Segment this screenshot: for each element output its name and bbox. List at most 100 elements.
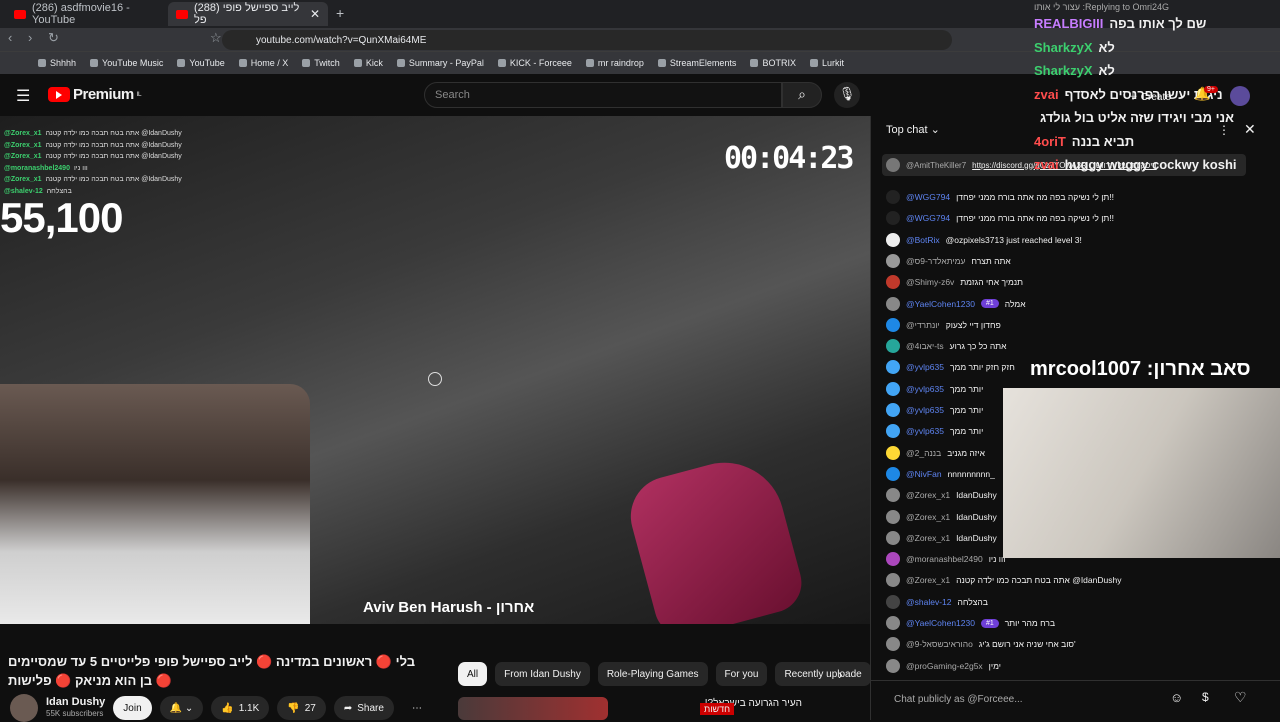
bookmark-icon	[657, 59, 666, 67]
chat-message[interactable]: @BotRix @ozpixels3713 just reached level …	[886, 230, 1082, 250]
chat-message[interactable]: @Shimy-z6v תנמיך אחי הגזמת	[886, 272, 1023, 292]
mic-icon[interactable]: 🎙	[834, 82, 860, 108]
chat-text: אתה תצרח	[971, 255, 1011, 266]
filter-chip[interactable]: Recently uploade	[775, 662, 871, 686]
bookmark-item[interactable]: StreamElements	[657, 58, 736, 68]
bookmark-item[interactable]: Home / X	[238, 58, 288, 68]
overlay-text: שם לך אותו בפה	[1109, 16, 1207, 31]
bookmark-item[interactable]: mr raindrop	[585, 58, 644, 68]
reload-icon[interactable]: ↻	[48, 30, 59, 46]
channel-name[interactable]: Idan Dushy	[46, 696, 105, 708]
bookmark-item[interactable]: KICK - Forceee	[497, 58, 572, 68]
menu-icon[interactable]: ☰	[16, 86, 30, 106]
chat-username: @Zorex_x1	[906, 532, 951, 543]
chat-message[interactable]: @יונתרדי פחדון דיי לצעוק	[886, 315, 1001, 335]
dislike-button[interactable]: 👎 27	[277, 696, 326, 720]
account-avatar[interactable]	[1230, 86, 1250, 106]
forward-icon[interactable]: ›	[28, 30, 32, 45]
filter-chip[interactable]: From Idan Dushy	[495, 662, 590, 686]
overlay-chat-line: @Zorex_x1 אתה בטח תבכה כמו ילדה קטנה @Ida…	[4, 153, 182, 160]
overlay-text: תביא בננה	[1071, 133, 1135, 149]
bookmark-item[interactable]: YouTube	[177, 58, 225, 68]
last-subscriber-overlay: סאב אחרון: mrcool1007	[1030, 358, 1251, 380]
chat-message[interactable]: @עמיתאלדר-9ס אתה תצרח	[886, 251, 1011, 271]
avatar	[886, 317, 900, 332]
search-input[interactable]: Search	[424, 82, 782, 108]
back-icon[interactable]: ‹	[8, 30, 12, 45]
filter-chip[interactable]: For you	[715, 662, 768, 686]
chat-more-icon[interactable]: ⋮	[1218, 123, 1230, 137]
close-tab-icon[interactable]: ✕	[310, 7, 320, 21]
bookmark-item[interactable]: Summary - PayPal	[396, 58, 484, 68]
search-icon[interactable]: ⌕	[782, 82, 822, 108]
bookmark-item[interactable]: YouTube Music	[90, 58, 163, 68]
create-button[interactable]: ＋ Create	[1128, 88, 1171, 103]
notification-bell-button[interactable]: 🔔 ⌄	[159, 696, 204, 720]
news-badge: חדשות	[700, 703, 735, 715]
chat-text: תנמיך אחי הגזמת	[960, 277, 1024, 288]
browser-tab-active[interactable]: (288) לייב ספיישל פופי פל ✕	[168, 2, 328, 26]
chat-input[interactable]: Chat publicly as @Forceee...	[882, 688, 1162, 710]
channel-row: Idan Dushy 55K subscribers Join 🔔 ⌄ 👍 1.1K…	[10, 694, 432, 722]
bookmark-item[interactable]: Shhhh	[38, 58, 76, 68]
join-button[interactable]: Join	[113, 696, 152, 720]
chat-message[interactable]: @Zorex_x1 IdanDushy	[886, 528, 997, 548]
next-video-thumbnail[interactable]	[458, 697, 608, 720]
chat-message[interactable]: @Zorex_x1 אתה בטח תבכה כמו ילדה קטנה @Ida…	[886, 570, 1121, 590]
bookmark-item[interactable]: BOTRIX	[750, 58, 796, 68]
bookmark-icon	[90, 59, 99, 67]
chat-message[interactable]: @WGG794 תן לי נשיקה בפה מה אתה בורח ממני …	[886, 187, 1114, 207]
chat-username: @YaelCohen1230	[906, 298, 975, 309]
bookmark-item[interactable]: Twitch	[302, 58, 340, 68]
overlay-username: zvai	[1034, 157, 1059, 172]
chevron-right-icon[interactable]: ›	[838, 666, 843, 682]
chat-message[interactable]: @yvlp635 יותר ממך	[886, 400, 983, 420]
avatar	[886, 253, 900, 268]
top-chat-dropdown[interactable]: Top chat ⌄	[886, 123, 940, 136]
youtube-favicon-icon	[176, 9, 188, 19]
cursor-icon	[428, 372, 442, 386]
room-camera-overlay	[1003, 388, 1280, 558]
overlay-chat-line: אני מבי ויגידו שזה אליט בול גולדג	[1034, 110, 1234, 125]
channel-avatar[interactable]	[10, 694, 38, 722]
chat-message[interactable]: @yvlp635 חזק חזק יותר ממך	[886, 357, 1015, 377]
bookmark-star-icon[interactable]: ☆	[210, 30, 222, 46]
close-chat-icon[interactable]: ✕	[1244, 121, 1256, 138]
chat-username: @Zorex_x1	[906, 490, 951, 501]
share-button[interactable]: ➦ Share	[333, 696, 394, 720]
chat-message[interactable]: @WGG794 תן לי נשיקה בפה מה אתה בורח ממני …	[886, 208, 1114, 228]
chat-message[interactable]: @Zorex_x1 IdanDushy	[886, 485, 997, 505]
chat-message[interactable]: @shalev-12 בהצלחה	[886, 592, 988, 612]
chat-username: @BotRix	[906, 234, 940, 245]
notifications-count-badge: 9+	[1204, 86, 1218, 93]
chat-username: @yvlp635	[906, 405, 944, 415]
emoji-icon[interactable]: ☺	[1170, 690, 1183, 705]
chat-text: IdanDushy	[956, 511, 997, 522]
chat-message[interactable]: @בננה_2 איזה מגניב	[886, 443, 985, 463]
avatar	[886, 211, 900, 226]
chat-message[interactable]: @Zorex_x1 IdanDushy	[886, 507, 997, 527]
more-icon[interactable]: ⋯	[402, 696, 432, 720]
super-chat-icon[interactable]: $	[1202, 690, 1209, 704]
heart-icon[interactable]: ♡	[1234, 689, 1247, 706]
chat-message[interactable]: @proGaming-e2g5x ימין	[886, 656, 1001, 676]
filter-chip[interactable]: All	[458, 662, 488, 686]
chat-message[interactable]: @moranashbel2490 ווו ניו	[886, 549, 1005, 569]
chat-message[interactable]: @NivFan nnnnnnnnn_	[886, 464, 995, 484]
chat-message[interactable]: @הוראיבשסאל-9o סוב אחי שניה אני רושם ג'יג…	[886, 634, 1076, 654]
chat-message[interactable]: @yvlp635 יותר ממך	[886, 421, 983, 441]
chat-text: בהצלחה	[957, 596, 988, 607]
chat-message[interactable]: @יאבו4-ts אתה כל כך גרוע	[886, 336, 1006, 356]
browser-tab[interactable]: (286) asdfmovie16 - YouTube	[6, 2, 166, 26]
chat-message[interactable]: @YaelCohen1230 #1 אמלה	[886, 294, 1026, 314]
like-button[interactable]: 👍 1.1K	[211, 696, 270, 720]
new-tab-icon[interactable]: +	[336, 5, 344, 21]
bookmark-item[interactable]: Lurkit	[809, 58, 844, 68]
youtube-logo[interactable]: Premium IL	[48, 86, 142, 103]
filter-chip[interactable]: Role-Playing Games	[597, 662, 708, 686]
chat-message[interactable]: @YaelCohen1230 #1 ברח מהר יותר	[886, 613, 1055, 633]
bookmark-item[interactable]: Kick	[353, 58, 383, 68]
chat-message[interactable]: @yvlp635 יותר ממך	[886, 379, 983, 399]
chat-username: @shalev-12	[906, 596, 952, 607]
url-input[interactable]: youtube.com/watch?v=QunXMai64ME	[222, 30, 952, 50]
